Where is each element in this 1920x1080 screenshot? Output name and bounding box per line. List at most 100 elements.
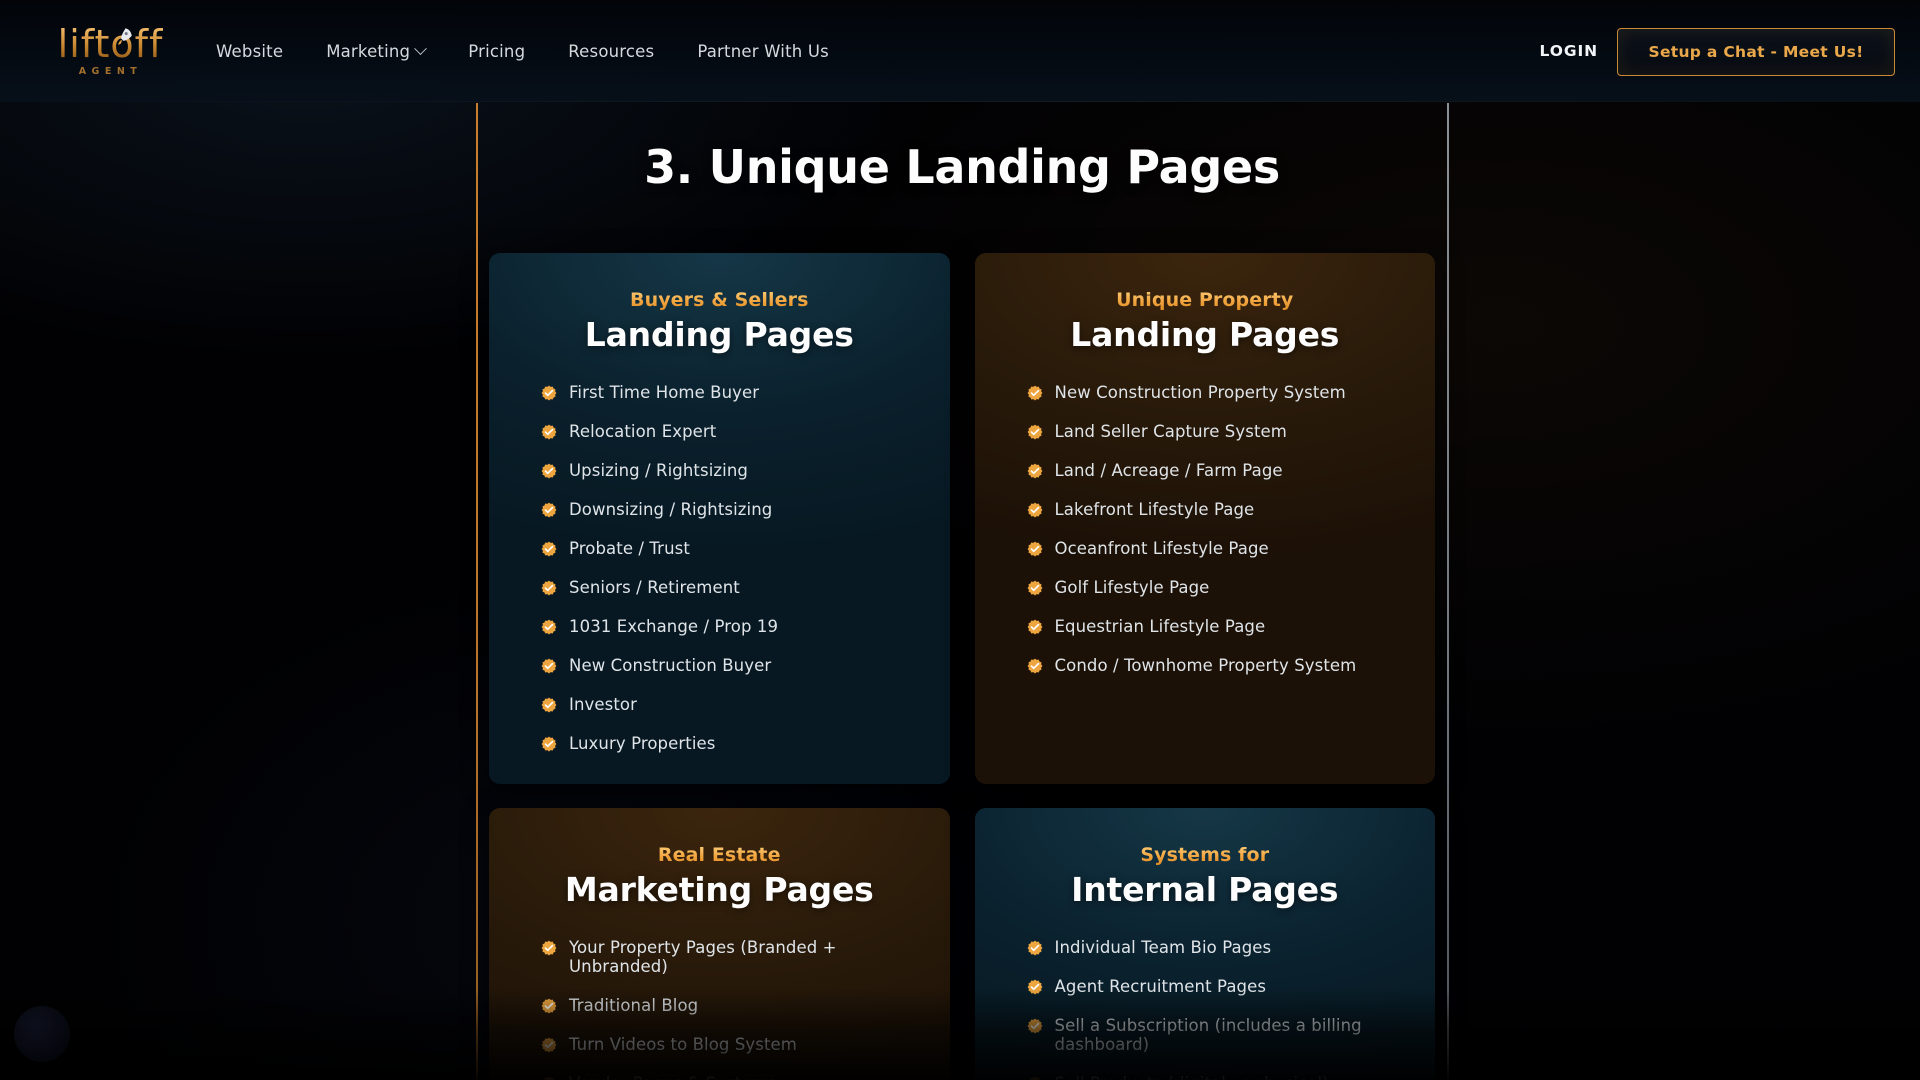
card-internal-pages: Systems for Internal Pages Individual Te… (975, 808, 1436, 1080)
check-badge-icon (1027, 619, 1042, 635)
list-item-label: Lakefront Lifestyle Page (1054, 499, 1255, 519)
nav-item-website[interactable]: Website (212, 36, 287, 67)
list-item-label: New Construction Buyer (569, 655, 772, 675)
logo-wordmark: liftoff (57, 22, 164, 66)
list-item-label: Your Property Pages (Branded + Unbranded… (569, 937, 837, 976)
list-item: Luxury Properties (541, 733, 920, 754)
check-badge-icon (541, 1037, 557, 1053)
list-item-label: Oceanfront Lifestyle Page (1054, 538, 1269, 558)
card-unique-property: Unique Property Landing Pages New Constr… (975, 253, 1436, 784)
chevron-down-icon (414, 41, 428, 55)
check-badge-icon (541, 736, 557, 752)
check-badge-icon (541, 580, 557, 596)
card-feature-list: Individual Team Bio Pages Agent Recruitm… (1005, 937, 1406, 1080)
card-eyebrow: Unique Property (1005, 289, 1406, 311)
list-item: Golf Lifestyle Page (1027, 577, 1406, 598)
list-item-label: Land / Acreage / Farm Page (1054, 460, 1283, 480)
card-header: Buyers & Sellers Landing Pages (519, 289, 920, 354)
login-link[interactable]: LOGIN (1540, 0, 1598, 102)
list-item: Land / Acreage / Farm Page (1027, 460, 1406, 481)
list-item: Probate / Trust (541, 538, 920, 559)
nav-label: Partner With Us (697, 41, 829, 61)
list-item: Individual Team Bio Pages (1027, 937, 1406, 958)
card-row-2: Real Estate Marketing Pages Your Propert… (489, 808, 1435, 1080)
list-item: Traditional Blog (541, 995, 920, 1016)
nav-item-partner-with-us[interactable]: Partner With Us (693, 36, 833, 67)
chat-widget-icon[interactable] (14, 1006, 70, 1062)
check-badge-icon (1027, 385, 1042, 401)
list-item: Relocation Expert (541, 421, 920, 442)
card-buyers-and-sellers: Buyers & Sellers Landing Pages First Tim… (489, 253, 950, 784)
list-item-label: 1031 Exchange / Prop 19 (569, 616, 779, 636)
check-badge-icon (1027, 502, 1042, 518)
list-item: Your Property Pages (Branded + Unbranded… (541, 937, 920, 977)
list-item-label: Relocation Expert (569, 421, 717, 441)
list-item-label: Upsizing / Rightsizing (569, 460, 748, 480)
nav-item-resources[interactable]: Resources (564, 36, 658, 67)
check-badge-icon (1027, 424, 1042, 440)
list-item-label: Traditional Blog (569, 995, 699, 1015)
card-eyebrow: Buyers & Sellers (519, 289, 920, 311)
nav-label: Marketing (326, 41, 411, 61)
list-item: First Time Home Buyer (541, 383, 920, 403)
list-item: Sell a Subscription (includes a billing … (1027, 1015, 1406, 1055)
check-badge-icon (1028, 1076, 1041, 1080)
list-item-label: Agent Recruitment Pages (1054, 976, 1267, 996)
content-rule-right (1447, 103, 1449, 1080)
nav-item-pricing[interactable]: Pricing (464, 36, 529, 67)
page-title: 3. Unique Landing Pages (644, 140, 1280, 194)
list-item: Lakefront Lifestyle Page (1027, 499, 1406, 520)
content-rule-left (476, 103, 478, 1080)
card-header: Unique Property Landing Pages (1005, 289, 1406, 354)
check-badge-icon (1027, 940, 1042, 956)
list-item-label: Seniors / Retirement (569, 577, 740, 597)
list-item-label: Luxury Properties (569, 733, 716, 753)
card-title: Landing Pages (1070, 315, 1340, 354)
card-feature-list: New Construction Property System Land Se… (1005, 383, 1406, 676)
primary-nav: Website Marketing Pricing Resources Part… (212, 0, 833, 102)
check-badge-icon (1027, 580, 1042, 596)
list-item: Seniors / Retirement (541, 577, 920, 598)
list-item: Oceanfront Lifestyle Page (1027, 538, 1406, 559)
check-badge-icon (541, 998, 557, 1014)
nav-label: Resources (568, 41, 655, 61)
list-item: Sell Products (digital or physical) (1027, 1074, 1406, 1080)
list-item: Downsizing / Rightsizing (541, 499, 920, 520)
list-item: Upsizing / Rightsizing (541, 460, 920, 481)
list-item-label: Equestrian Lifestyle Page (1054, 616, 1266, 636)
list-item-label: Downsizing / Rightsizing (569, 499, 773, 519)
setup-a-chat-button[interactable]: Setup a Chat - Meet Us! (1617, 28, 1895, 76)
check-badge-icon (541, 463, 557, 479)
list-item-label: Vendor Pages & Systems (569, 1074, 776, 1080)
card-eyebrow: Real Estate (519, 844, 920, 866)
list-item-label: Sell Products (digital or physical) (1055, 1074, 1329, 1080)
list-item: Investor (541, 694, 920, 715)
card-header: Real Estate Marketing Pages (519, 844, 920, 909)
list-item-label: Probate / Trust (569, 538, 690, 558)
list-item-label: Turn Videos to Blog System (569, 1034, 797, 1054)
list-item-label: Individual Team Bio Pages (1054, 937, 1272, 957)
list-item: Land Seller Capture System (1027, 422, 1406, 442)
list-item-label: Golf Lifestyle Page (1054, 577, 1210, 597)
card-real-estate-marketing: Real Estate Marketing Pages Your Propert… (489, 808, 950, 1080)
list-item: Condo / Townhome Property System (1027, 656, 1406, 676)
check-badge-icon (541, 424, 557, 440)
list-item-label: Investor (569, 694, 637, 714)
check-badge-icon (1027, 979, 1042, 995)
list-item-label: Sell a Subscription (includes a billing … (1054, 1015, 1362, 1054)
card-title: Marketing Pages (564, 869, 874, 909)
check-badge-icon (1027, 1018, 1042, 1034)
logo-subtext: AGENT (78, 66, 143, 77)
check-badge-icon (1027, 463, 1042, 479)
check-badge-icon (541, 619, 557, 635)
list-item: New Construction Property System (1027, 383, 1406, 403)
card-title: Landing Pages (584, 315, 854, 354)
rocket-icon (118, 28, 132, 45)
nav-label: Pricing (468, 41, 526, 61)
site-logo[interactable]: liftoff AGENT (58, 20, 163, 82)
nav-item-marketing[interactable]: Marketing (322, 36, 429, 67)
site-header: liftoff AGENT Website Marketing Pricing … (0, 0, 1920, 102)
list-item: New Construction Buyer (541, 655, 920, 676)
list-item: Turn Videos to Blog System (541, 1034, 920, 1055)
check-badge-icon (541, 541, 557, 557)
